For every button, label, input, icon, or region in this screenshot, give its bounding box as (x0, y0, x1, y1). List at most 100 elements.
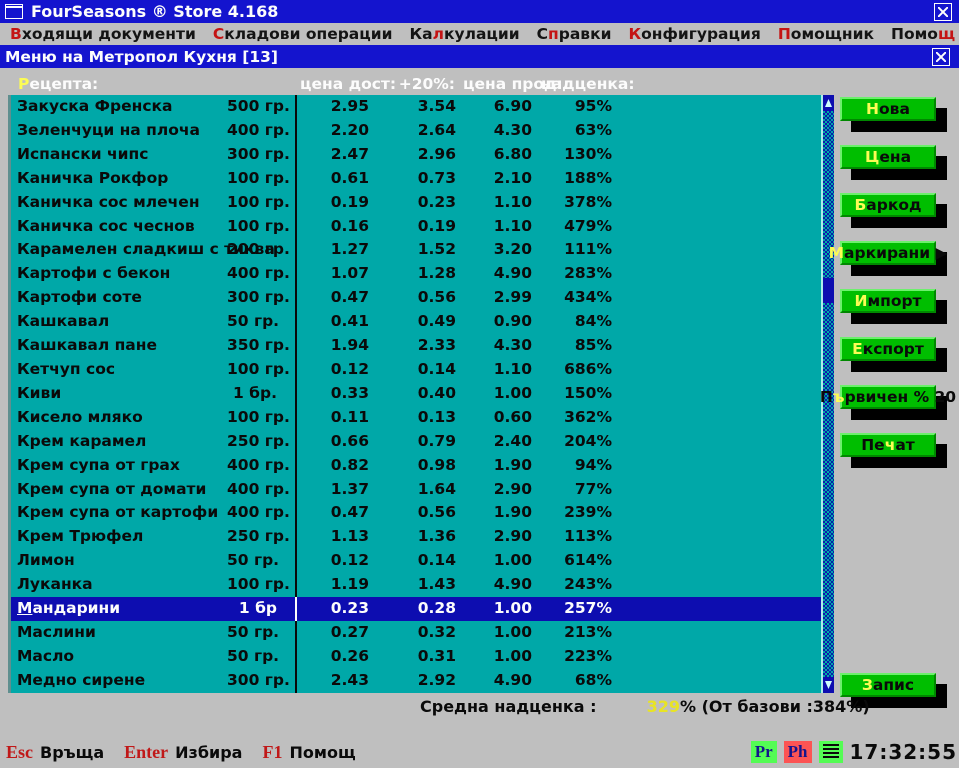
column-separator (289, 119, 303, 143)
table-row[interactable]: Крем Трюфел 250 гр. 1.13 1.36 2.90 113% (11, 525, 821, 549)
recipe-name: Зеленчуци на плоча (11, 119, 227, 143)
menu-item[interactable]: Справки (537, 25, 612, 43)
recipe-quantity: 100 гр. (227, 406, 289, 430)
table-row[interactable]: Киви 1 бр. 0.33 0.40 1.00 150% (11, 382, 821, 406)
scrollbar-thumb[interactable] (823, 278, 834, 303)
recipe-sell-price: 2.99 (466, 286, 544, 310)
action-panel: Нова Цена Баркод Маркирани ▶ Импорт Експорт Пъ… (840, 97, 936, 457)
action-button[interactable]: Маркирани ▶ (840, 241, 936, 265)
recipe-cost-price: 0.12 (303, 358, 379, 382)
recipe-sell-price: 6.80 (466, 143, 544, 167)
recipe-sell-price: 1.00 (466, 621, 544, 645)
recipe-cost-price: 0.82 (303, 454, 379, 478)
recipe-name: Лимон (11, 549, 227, 573)
menu-item[interactable]: Помощ (891, 25, 955, 43)
column-separator (289, 143, 303, 167)
recipe-cost-price: 1.19 (303, 573, 379, 597)
recipe-sell-price: 1.00 (466, 597, 544, 621)
recipe-plus20: 0.40 (379, 382, 466, 406)
menu-item[interactable]: Складови операции (213, 25, 393, 43)
recipe-rows: Закуска Френска 500 гр. 2.95 3.54 6.90 9… (11, 95, 821, 693)
table-row[interactable]: Кисело мляко 100 гр. 0.11 0.13 0.60 362% (11, 406, 821, 430)
table-row[interactable]: Закуска Френска 500 гр. 2.95 3.54 6.90 9… (11, 95, 821, 119)
table-row[interactable]: Масло 50 гр. 0.26 0.31 1.00 223% (11, 645, 821, 669)
recipe-quantity: 50 гр. (227, 645, 289, 669)
table-row[interactable]: Медно сирене 300 гр. 2.43 2.92 4.90 68% (11, 669, 821, 693)
arrow-down-icon (825, 681, 832, 689)
recipe-cost-price: 0.19 (303, 191, 379, 215)
table-row[interactable]: Маслини 50 гр. 0.27 0.32 1.00 213% (11, 621, 821, 645)
scroll-up-button[interactable] (823, 95, 834, 111)
column-separator (289, 286, 303, 310)
action-button[interactable]: Цена (840, 145, 936, 169)
recipe-quantity: 400 гр. (227, 478, 289, 502)
recipe-cost-price: 0.47 (303, 286, 379, 310)
table-row[interactable]: Испански чипс 300 гр. 2.47 2.96 6.80 130… (11, 143, 821, 167)
action-button[interactable]: Нова (840, 97, 936, 121)
menu-item[interactable]: Помощник (778, 25, 874, 43)
column-separator (289, 549, 303, 573)
column-separator (289, 406, 303, 430)
printer-indicator[interactable]: Pr (751, 741, 777, 763)
status-bar: EscВръщаEnterИзбираF1Помощ Pr Ph 17:32:5… (0, 737, 959, 768)
table-row[interactable]: Луканка 100 гр. 1.19 1.43 4.90 243% (11, 573, 821, 597)
table-row[interactable]: Каничка сос чеснов 100 гр. 0.16 0.19 1.1… (11, 215, 821, 239)
recipe-quantity: 1 бр. (227, 382, 289, 406)
recipe-cost-price: 0.16 (303, 215, 379, 239)
menu-item[interactable]: Конфигурация (628, 25, 760, 43)
save-button[interactable]: Запис (840, 673, 936, 697)
key-hint: EscВръща (6, 742, 124, 763)
recipe-plus20: 0.56 (379, 286, 466, 310)
table-row[interactable]: Крем супа от картофи 400 гр. 0.47 0.56 1… (11, 501, 821, 525)
table-row[interactable]: Мандарини 1 бр 0.23 0.28 1.00 257% (11, 597, 821, 621)
action-button[interactable]: Печат (840, 433, 936, 457)
table-row[interactable]: Карамелен сладкиш с тиква 200 гр. 1.27 1… (11, 238, 821, 262)
recipe-name: Киви (11, 382, 227, 406)
recipe-sell-price: 1.90 (466, 501, 544, 525)
recipe-name: Испански чипс (11, 143, 227, 167)
recipe-name: Луканка (11, 573, 227, 597)
window-close-button[interactable] (932, 48, 950, 66)
action-button[interactable]: Импорт (840, 289, 936, 313)
phone-indicator[interactable]: Ph (784, 741, 812, 763)
key-action: Връща (40, 743, 104, 762)
recipe-margin: 150% (544, 382, 624, 406)
table-row[interactable]: Каничка Рокфор 100 гр. 0.61 0.73 2.10 18… (11, 167, 821, 191)
recipe-margin: 378% (544, 191, 624, 215)
action-button[interactable]: Първичен % 20 (840, 385, 936, 409)
table-row[interactable]: Кашкавал пане 350 гр. 1.94 2.33 4.30 85% (11, 334, 821, 358)
table-row[interactable]: Кашкавал 50 гр. 0.41 0.49 0.90 84% (11, 310, 821, 334)
action-button[interactable]: Експорт (840, 337, 936, 361)
table-row[interactable]: Лимон 50 гр. 0.12 0.14 1.00 614% (11, 549, 821, 573)
column-separator (289, 597, 303, 621)
table-row[interactable]: Крем супа от грах 400 гр. 0.82 0.98 1.90… (11, 454, 821, 478)
clock: 17:32:55 (850, 740, 958, 764)
table-row[interactable]: Картофи соте 300 гр. 0.47 0.56 2.99 434% (11, 286, 821, 310)
table-row[interactable]: Крем супа от домати 400 гр. 1.37 1.64 2.… (11, 478, 821, 502)
recipe-plus20: 0.14 (379, 549, 466, 573)
recipe-name: Мандарини (11, 597, 227, 621)
recipe-margin: 85% (544, 334, 624, 358)
recipe-plus20: 0.13 (379, 406, 466, 430)
action-button[interactable]: Баркод (840, 193, 936, 217)
menu-item[interactable]: Входящи документи (10, 25, 196, 43)
table-row[interactable]: Зеленчуци на плоча 400 гр. 2.20 2.64 4.3… (11, 119, 821, 143)
recipe-plus20: 3.54 (379, 95, 466, 119)
column-separator (289, 478, 303, 502)
table-row[interactable]: Крем карамел 250 гр. 0.66 0.79 2.40 204% (11, 430, 821, 454)
arrow-up-icon (825, 99, 832, 107)
menu-item[interactable]: Калкулации (409, 25, 519, 43)
header-plus20: +20%: (376, 75, 463, 93)
table-header: Рецепта: цена дост: +20%: цена прод: над… (8, 68, 831, 95)
app-close-button[interactable] (934, 3, 952, 21)
column-separator (289, 525, 303, 549)
table-row[interactable]: Картофи с бекон 400 гр. 1.07 1.28 4.90 2… (11, 262, 821, 286)
scroll-down-button[interactable] (823, 677, 834, 693)
column-separator (289, 310, 303, 334)
column-separator (289, 645, 303, 669)
recipe-cost-price: 2.20 (303, 119, 379, 143)
table-row[interactable]: Каничка сос млечен 100 гр. 0.19 0.23 1.1… (11, 191, 821, 215)
list-icon[interactable] (819, 741, 843, 763)
table-row[interactable]: Кетчуп сос 100 гр. 0.12 0.14 1.10 686% (11, 358, 821, 382)
recipe-quantity: 300 гр. (227, 143, 289, 167)
